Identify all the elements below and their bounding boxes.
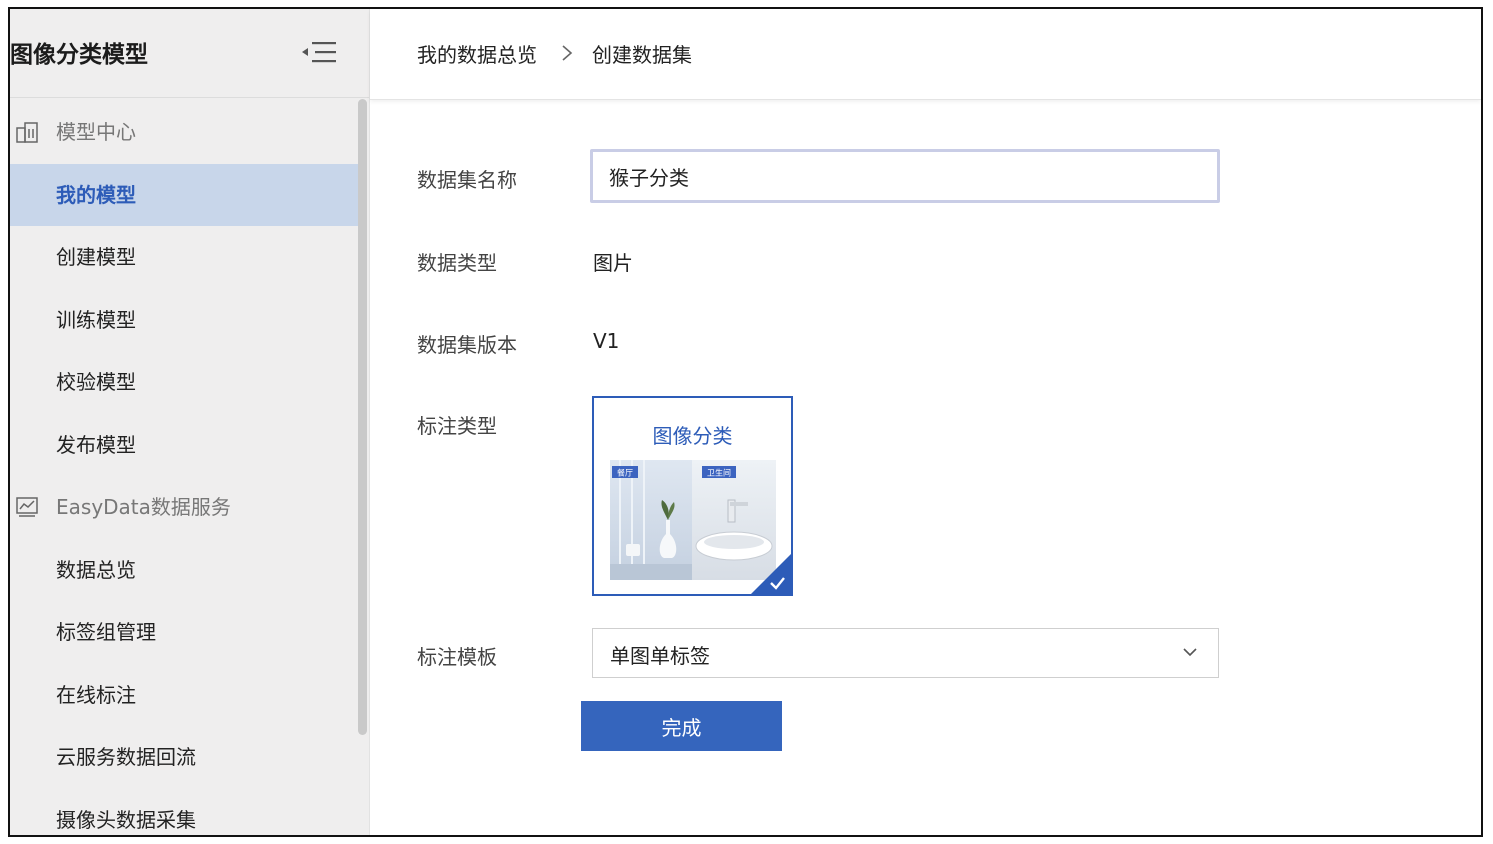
sidebar-title: 图像分类模型	[10, 42, 148, 68]
annotation-card-title: 图像分类	[652, 424, 733, 448]
chart-icon	[16, 497, 38, 517]
header: 我的数据总览 创建数据集	[370, 9, 1481, 100]
sidebar-item-train-model[interactable]: 训练模型	[10, 289, 358, 351]
data-type-label: 数据类型	[417, 251, 497, 275]
nav-section-easydata[interactable]: EasyData数据服务	[10, 476, 358, 538]
chevron-right-icon	[562, 45, 573, 61]
dataset-version-value: V1	[593, 329, 620, 353]
collapse-menu-icon[interactable]	[300, 39, 338, 65]
sidebar-divider	[10, 97, 369, 98]
sidebar-item-data-overview[interactable]: 数据总览	[10, 539, 358, 601]
sidebar-scrollbar[interactable]	[358, 99, 367, 735]
nav-section-label: EasyData数据服务	[56, 495, 231, 519]
building-icon	[16, 122, 38, 143]
annotation-template-label: 标注模板	[417, 645, 497, 669]
nav-section-label: 模型中心	[56, 120, 136, 144]
sidebar-item-cloud-backflow[interactable]: 云服务数据回流	[10, 726, 358, 788]
sidebar-item-publish-model[interactable]: 发布模型	[10, 414, 358, 476]
selected-check-icon	[751, 554, 791, 594]
sidebar-item-validate-model[interactable]: 校验模型	[10, 351, 358, 413]
breadcrumb-current: 创建数据集	[592, 43, 692, 67]
sidebar: 图像分类模型 模型中心 我的模型 创建模型 训练模型 校验模型 发布模型 Eas…	[10, 9, 370, 835]
dataset-name-label: 数据集名称	[417, 168, 517, 192]
app-window: 图像分类模型 模型中心 我的模型 创建模型 训练模型 校验模型 发布模型 Eas…	[8, 7, 1483, 837]
dataset-version-label: 数据集版本	[417, 333, 517, 357]
sidebar-item-create-model[interactable]: 创建模型	[10, 226, 358, 288]
sidebar-item-online-annotation[interactable]: 在线标注	[10, 664, 358, 726]
sidebar-item-my-models[interactable]: 我的模型	[10, 164, 358, 226]
right-image-tag: 卫生间	[707, 468, 731, 478]
annotation-template-value: 单图单标签	[610, 644, 710, 668]
annotation-type-card-image-classification[interactable]: 图像分类 餐厅 卫生间	[592, 396, 793, 596]
left-image-tag: 餐厅	[617, 469, 633, 478]
breadcrumb-parent-link[interactable]: 我的数据总览	[417, 39, 537, 68]
dataset-name-input[interactable]	[590, 149, 1220, 203]
chevron-down-icon	[1183, 648, 1197, 657]
sidebar-item-label-groups[interactable]: 标签组管理	[10, 601, 358, 663]
sidebar-item-camera-collection[interactable]: 摄像头数据采集	[10, 789, 358, 835]
nav-section-model-center[interactable]: 模型中心	[10, 101, 358, 163]
data-type-value: 图片	[593, 251, 633, 275]
annotation-type-label: 标注类型	[417, 414, 497, 438]
done-button[interactable]: 完成	[581, 701, 782, 751]
annotation-template-select[interactable]: 单图单标签	[592, 628, 1219, 678]
